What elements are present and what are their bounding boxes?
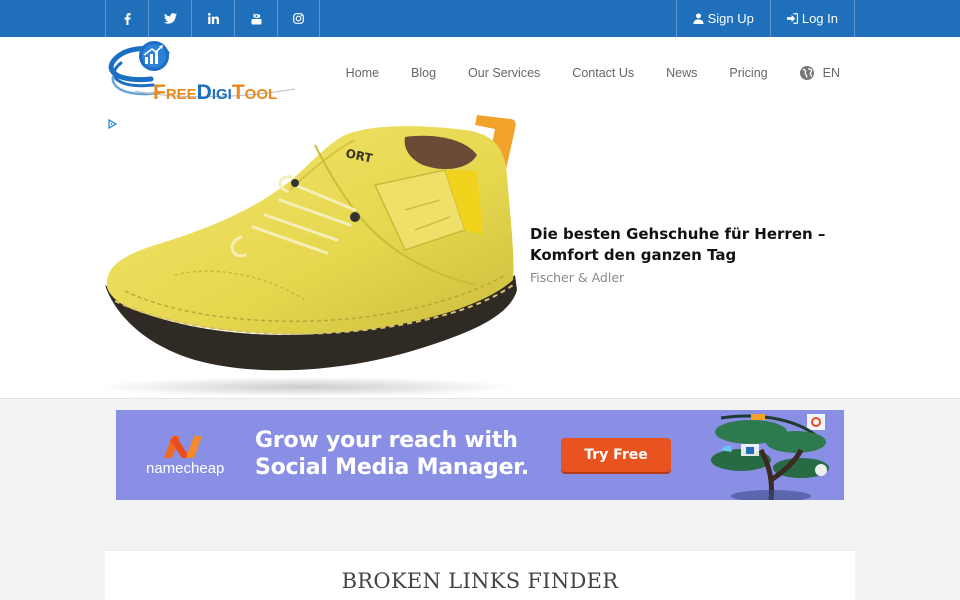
main-nav: Home Blog Our Services Contact Us News P… — [330, 66, 840, 80]
namecheap-wordmark: namecheap — [146, 460, 225, 477]
nav-our-services[interactable]: Our Services — [452, 66, 556, 80]
try-free-button[interactable]: Try Free — [561, 438, 671, 472]
site-logo[interactable]: FreeDigiTool — [105, 39, 296, 107]
sign-up-label: Sign Up — [707, 11, 754, 26]
nav-home[interactable]: Home — [330, 66, 395, 80]
logo-text-free: Free — [153, 81, 197, 104]
ad-shoe-image[interactable]: ORT — [105, 115, 527, 395]
page-title: BROKEN LINKS FINDER — [341, 569, 619, 593]
ad-source: Fischer & Adler — [530, 270, 625, 285]
logo-text-tool: Tool — [231, 81, 278, 104]
auth-links: Sign Up Log In — [675, 0, 855, 37]
logo-text-digi: Digi — [196, 81, 232, 104]
header-section: FreeDigiTool Home Blog Our Services Cont… — [0, 37, 960, 399]
sign-up-button[interactable]: Sign Up — [675, 0, 770, 37]
namecheap-banner-ad[interactable]: namecheap Grow your reach with Social Me… — [116, 410, 844, 500]
globe-icon — [799, 66, 814, 80]
twitter-icon[interactable] — [148, 0, 191, 37]
instagram-icon[interactable] — [277, 0, 320, 37]
nav-contact-us[interactable]: Contact Us — [556, 66, 650, 80]
top-bar: Sign Up Log In — [0, 0, 960, 37]
nav-blog[interactable]: Blog — [395, 66, 452, 80]
log-in-button[interactable]: Log In — [769, 0, 855, 37]
logo-wordmark: FreeDigiTool — [153, 81, 277, 105]
banner-headline: Grow your reach with Social Media Manage… — [255, 428, 529, 480]
log-in-label: Log In — [801, 11, 838, 26]
user-icon — [693, 13, 704, 24]
tool-card: BROKEN LINKS FINDER — [105, 550, 855, 600]
nav-pricing[interactable]: Pricing — [713, 66, 783, 80]
social-links — [105, 0, 320, 37]
language-selector[interactable]: EN — [784, 66, 840, 80]
language-label: EN — [822, 66, 840, 80]
facebook-icon[interactable] — [105, 0, 148, 37]
linkedin-icon[interactable] — [191, 0, 234, 37]
namecheap-logo-icon — [164, 436, 202, 458]
youtube-icon[interactable] — [234, 0, 277, 37]
ad-headline[interactable]: Die besten Gehschuhe für Herren – Komfor… — [530, 224, 840, 266]
sign-in-icon — [786, 13, 798, 24]
tree-illustration-icon — [711, 414, 829, 500]
nav-news[interactable]: News — [650, 66, 713, 80]
